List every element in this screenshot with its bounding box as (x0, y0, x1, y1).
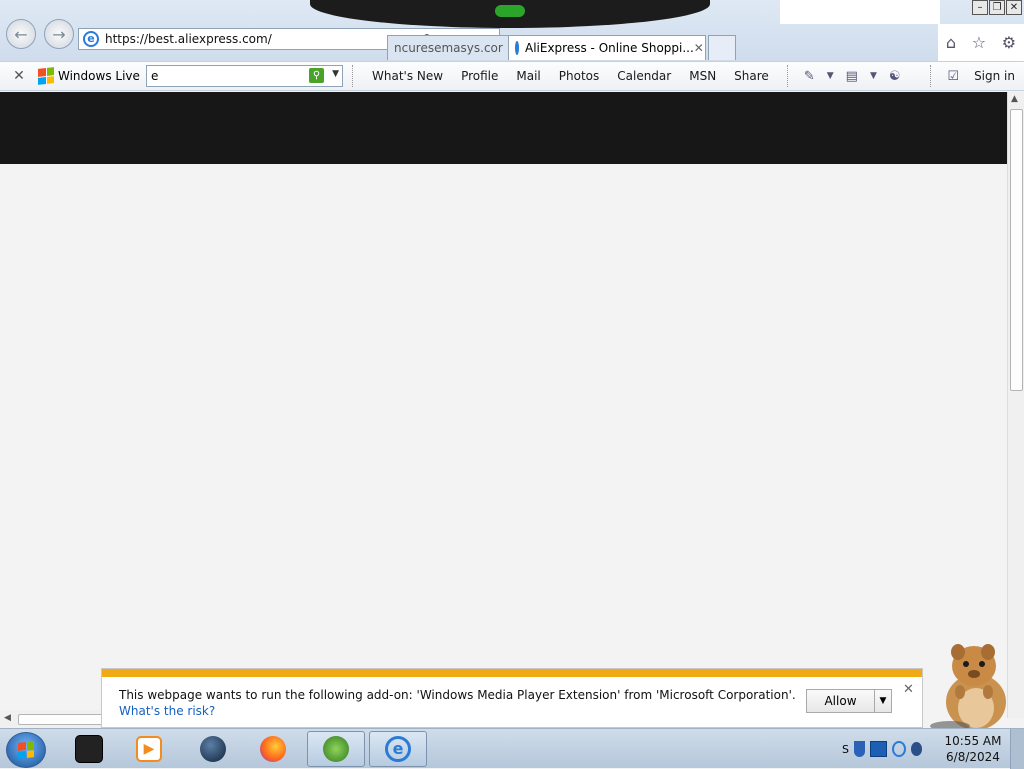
toolbar-separator (352, 65, 354, 87)
system-tray: S (842, 729, 922, 769)
browser-chrome: ← → e https://best.aliexpress.com/ ⚲ ▾ ■… (0, 0, 1024, 61)
scroll-left-icon[interactable]: ◀ (4, 713, 11, 723)
restore-button[interactable]: ❐ (989, 0, 1005, 15)
system-clock[interactable]: 10:55 AM 6/8/2024 (936, 733, 1010, 765)
vertical-scrollbar[interactable]: ▲ (1007, 92, 1024, 718)
tab-label: AliExpress - Online Shoppi... (525, 41, 694, 55)
tab-aliexpress[interactable]: AliExpress - Online Shoppi... ✕ (508, 35, 706, 60)
taskbar-app-internet-explorer[interactable]: e (369, 731, 427, 767)
sign-in-link[interactable]: Sign in (965, 69, 1024, 83)
toolbar-link-whats-new[interactable]: What's New (363, 69, 452, 83)
allow-split-button: Allow ▼ (806, 689, 892, 713)
decoration-dot (495, 5, 525, 17)
scroll-up-icon[interactable]: ▲ (1011, 94, 1018, 104)
toolbar-close-icon[interactable]: ✕ (0, 68, 38, 84)
tab-label: ncuresemasys.cor (394, 41, 503, 55)
minimize-button[interactable]: – (972, 0, 988, 15)
horizontal-scrollbar[interactable]: ◀ (0, 710, 110, 728)
shield-icon[interactable] (853, 741, 866, 757)
toolbar-link-msn[interactable]: MSN (680, 69, 725, 83)
windows-flag-icon (18, 741, 34, 759)
windows-live-label: Windows Live (58, 69, 140, 83)
windows-flag-icon (38, 67, 54, 85)
toolbar-link-mail[interactable]: Mail (507, 69, 549, 83)
dropdown-arrow-icon[interactable]: ▼ (821, 71, 840, 81)
media-player-icon: ▶ (136, 736, 162, 762)
back-arrow-icon: ← (14, 24, 28, 44)
notification-message: This webpage wants to run the following … (119, 688, 796, 702)
page-body (0, 164, 1007, 718)
show-desktop-button[interactable] (1010, 729, 1024, 769)
toolbar-link-photos[interactable]: Photos (550, 69, 608, 83)
clock-date: 6/8/2024 (946, 750, 1000, 764)
windows-media-icon (323, 736, 349, 762)
ie-icon: e (385, 736, 411, 762)
window-close-button[interactable]: ✕ (1006, 0, 1022, 15)
command-icons: ⌂ ☆ ⚙ (938, 24, 1024, 61)
network-icon[interactable] (870, 741, 887, 757)
dropdown-arrow-icon[interactable]: ▼ (864, 71, 883, 81)
toolbar-link-profile[interactable]: Profile (452, 69, 507, 83)
firefox-icon (260, 736, 286, 762)
blog-it-icon[interactable]: ✎ (798, 69, 821, 84)
forward-arrow-icon: → (52, 24, 66, 44)
tab-ncuresemasys[interactable]: ncuresemasys.cor (387, 35, 509, 60)
tray-show-hidden-icon[interactable]: S (842, 743, 849, 756)
window-controls: – ❐ ✕ (972, 0, 1022, 15)
taskbar-app-globe[interactable] (184, 731, 242, 767)
scrollbar-thumb[interactable] (18, 714, 108, 725)
whats-the-risk-link[interactable]: What's the risk? (119, 704, 215, 718)
close-icon[interactable]: ✕ (694, 41, 704, 55)
forward-button[interactable]: → (44, 19, 74, 49)
notification-stripe (102, 669, 922, 677)
translate-icon[interactable]: ☯ (883, 69, 907, 84)
gear-icon[interactable]: ⚙ (1002, 33, 1016, 52)
toolbar-separator (930, 65, 932, 87)
title-area (780, 0, 940, 24)
addon-notification-bar: This webpage wants to run the following … (101, 668, 923, 728)
toolbar-separator (786, 65, 789, 87)
clock-time: 10:55 AM (944, 734, 1002, 748)
search-go-icon[interactable]: ⚲ (309, 68, 324, 83)
start-button[interactable] (6, 732, 46, 768)
back-button[interactable]: ← (6, 19, 36, 49)
taskbar-app-terminal[interactable] (60, 731, 118, 767)
allow-dropdown-icon[interactable]: ▼ (875, 690, 891, 712)
toolbar-link-share[interactable]: Share (725, 69, 778, 83)
taskbar-app-media-player[interactable]: ▶ (120, 731, 178, 767)
windows-live-search: ⚲ ▼ (146, 65, 343, 87)
home-icon[interactable]: ⌂ (946, 33, 956, 52)
close-icon[interactable]: ✕ (903, 682, 914, 697)
windows-live-logo[interactable]: Windows Live (38, 67, 146, 85)
globe-icon (200, 736, 226, 762)
ie-tray-icon[interactable] (891, 741, 906, 757)
toolbar-link-calendar[interactable]: Calendar (608, 69, 680, 83)
search-input[interactable] (147, 68, 303, 84)
allow-button[interactable]: Allow (807, 690, 875, 712)
chrome-decoration (310, 0, 710, 28)
highlighter-icon[interactable]: ▤ (840, 69, 864, 84)
terminal-icon (75, 735, 103, 763)
scrollbar-thumb[interactable] (1010, 109, 1023, 391)
new-tab-button[interactable] (708, 35, 736, 60)
ie-icon (515, 41, 519, 55)
volume-icon[interactable] (910, 742, 922, 756)
address-url[interactable]: https://best.aliexpress.com/ (105, 32, 422, 46)
hamster-mascot[interactable] (926, 640, 1022, 732)
page-header-band (0, 92, 1007, 164)
ie-icon: e (83, 31, 99, 47)
taskbar-app-firefox[interactable] (244, 731, 302, 767)
search-dropdown-icon[interactable]: ▼ (332, 69, 339, 79)
taskbar: ▶ e S 10:55 AM 6/8/2024 (0, 728, 1024, 769)
taskbar-app-windows-media[interactable] (307, 731, 365, 767)
windows-live-toolbar: ✕ Windows Live ⚲ ▼ What's New Profile Ma… (0, 61, 1024, 91)
checkbox-icon[interactable]: ☑ (941, 69, 965, 84)
favorites-star-icon[interactable]: ☆ (972, 33, 986, 52)
